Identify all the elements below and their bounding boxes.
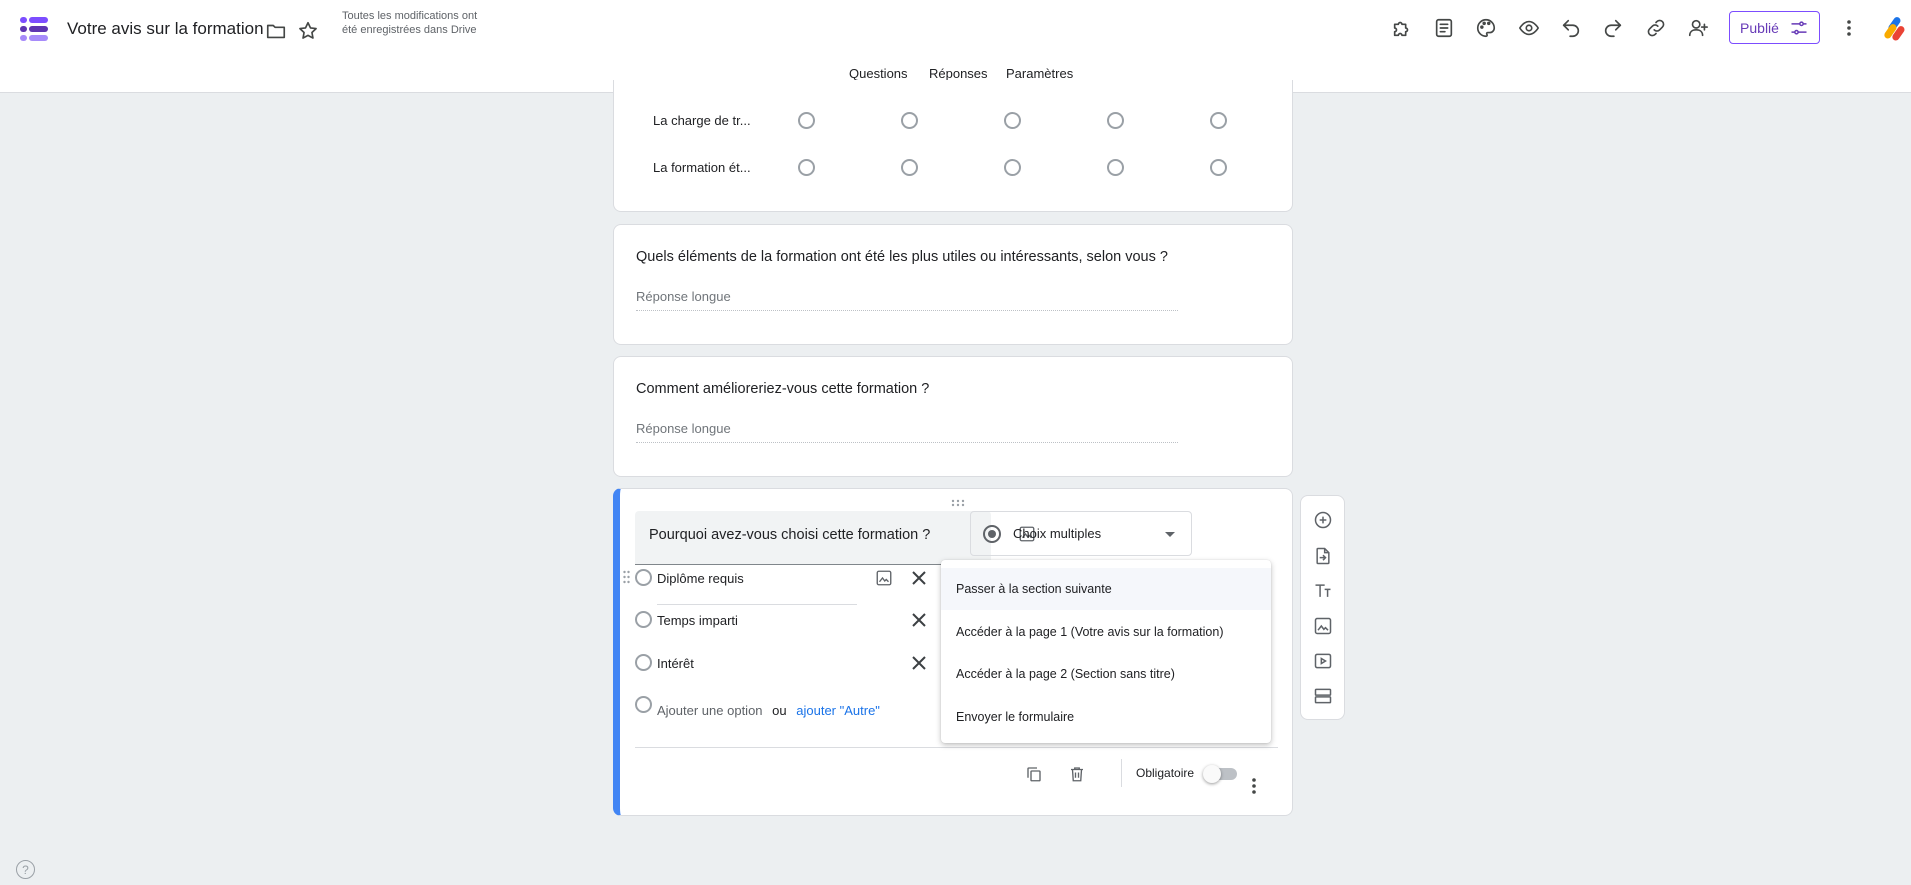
- grid-radio[interactable]: [798, 112, 815, 129]
- grid-question-card[interactable]: La charge de tr... La formation ét...: [613, 80, 1293, 212]
- add-image-icon[interactable]: [1312, 615, 1334, 637]
- publish-button[interactable]: Publié: [1729, 11, 1820, 44]
- option-image-icon[interactable]: [872, 566, 896, 590]
- add-other-link[interactable]: ajouter "Autre": [796, 703, 880, 718]
- menu-item-submit-form[interactable]: Envoyer le formulaire: [941, 696, 1271, 738]
- question-title: Comment amélioreriez-vous cette formatio…: [636, 381, 930, 397]
- option-input-underline: [657, 604, 857, 605]
- required-label: Obligatoire: [1136, 766, 1195, 780]
- delete-icon[interactable]: [1066, 763, 1088, 785]
- option-drag-handle-icon[interactable]: [623, 570, 630, 584]
- menu-item-next-section[interactable]: Passer à la section suivante: [941, 568, 1271, 610]
- preview-icon[interactable]: [1517, 16, 1541, 40]
- forms-logo-icon[interactable]: [18, 14, 50, 46]
- toggle-knob: [1203, 765, 1221, 783]
- option-label[interactable]: Temps imparti: [657, 613, 738, 628]
- palette-icon[interactable]: [1474, 16, 1498, 40]
- grid-row-label: La formation ét...: [653, 160, 751, 175]
- required-toggle[interactable]: [1203, 765, 1237, 783]
- grid-radio[interactable]: [901, 112, 918, 129]
- card-divider: [635, 747, 1278, 748]
- grid-radio[interactable]: [798, 159, 815, 176]
- footer-separator: [1121, 759, 1122, 787]
- remove-option-icon[interactable]: [909, 568, 929, 588]
- grid-radio[interactable]: [1210, 112, 1227, 129]
- option-radio: [635, 611, 652, 628]
- question-more-icon[interactable]: [1249, 777, 1259, 795]
- drag-handle-icon[interactable]: [950, 494, 966, 507]
- go-to-section-menu: Passer à la section suivante Accéder à l…: [941, 560, 1271, 743]
- duplicate-icon[interactable]: [1023, 763, 1045, 785]
- question-card[interactable]: Comment amélioreriez-vous cette formatio…: [613, 356, 1293, 477]
- publish-label: Publié: [1740, 19, 1779, 36]
- more-icon[interactable]: [1844, 19, 1854, 37]
- dropdown-arrow-icon: [1165, 532, 1175, 537]
- question-title: Quels éléments de la formation ont été l…: [636, 249, 1168, 265]
- question-type-label: Choix multiples: [1013, 526, 1102, 541]
- help-icon[interactable]: ?: [16, 860, 35, 879]
- option-label[interactable]: Intérêt: [657, 656, 694, 671]
- add-title-icon[interactable]: [1312, 580, 1334, 602]
- redo-icon[interactable]: [1601, 16, 1625, 40]
- remove-option-icon[interactable]: [909, 610, 929, 630]
- add-question-icon[interactable]: [1312, 509, 1334, 531]
- account-logo-icon[interactable]: [1881, 15, 1907, 43]
- grid-radio[interactable]: [1107, 159, 1124, 176]
- save-status: Toutes les modifications ont été enregis…: [342, 10, 478, 36]
- undo-icon[interactable]: [1559, 16, 1583, 40]
- add-video-icon[interactable]: [1312, 650, 1334, 672]
- add-section-icon[interactable]: [1312, 685, 1334, 707]
- addon-icon[interactable]: [1390, 16, 1414, 40]
- menu-item-page-1[interactable]: Accéder à la page 1 (Votre avis sur la f…: [941, 611, 1271, 653]
- long-answer-placeholder: Réponse longue: [636, 421, 1178, 443]
- star-icon[interactable]: [296, 19, 320, 43]
- or-text: ou: [772, 703, 787, 718]
- publish-settings-icon: [1791, 20, 1807, 35]
- add-option-row: Ajouter une option ou ajouter "Autre": [657, 703, 880, 718]
- floating-toolbar: [1300, 495, 1345, 720]
- form-title[interactable]: Votre avis sur la formation: [67, 19, 264, 39]
- template-icon[interactable]: [1432, 16, 1456, 40]
- menu-item-page-2[interactable]: Accéder à la page 2 (Section sans titre): [941, 653, 1271, 695]
- radio-button-icon: [983, 524, 1001, 543]
- grid-radio[interactable]: [1107, 112, 1124, 129]
- import-questions-icon[interactable]: [1312, 545, 1334, 567]
- option-radio: [635, 569, 652, 586]
- grid-radio[interactable]: [1210, 159, 1227, 176]
- add-collaborator-icon[interactable]: [1686, 16, 1710, 40]
- question-card[interactable]: Quels éléments de la formation ont été l…: [613, 224, 1293, 345]
- option-radio: [635, 654, 652, 671]
- long-answer-placeholder: Réponse longue: [636, 289, 1178, 311]
- grid-row-label: La charge de tr...: [653, 113, 751, 128]
- folder-icon[interactable]: [264, 19, 288, 43]
- option-radio: [635, 696, 652, 713]
- question-title-input[interactable]: Pourquoi avez-vous choisi cette formatio…: [635, 511, 991, 565]
- option-label[interactable]: Diplôme requis: [657, 571, 744, 586]
- grid-radio[interactable]: [1004, 159, 1021, 176]
- question-type-select[interactable]: Choix multiples: [970, 511, 1192, 556]
- link-icon[interactable]: [1644, 16, 1668, 40]
- remove-option-icon[interactable]: [909, 653, 929, 673]
- add-option-link[interactable]: Ajouter une option: [657, 703, 763, 718]
- grid-radio[interactable]: [1004, 112, 1021, 129]
- grid-radio[interactable]: [901, 159, 918, 176]
